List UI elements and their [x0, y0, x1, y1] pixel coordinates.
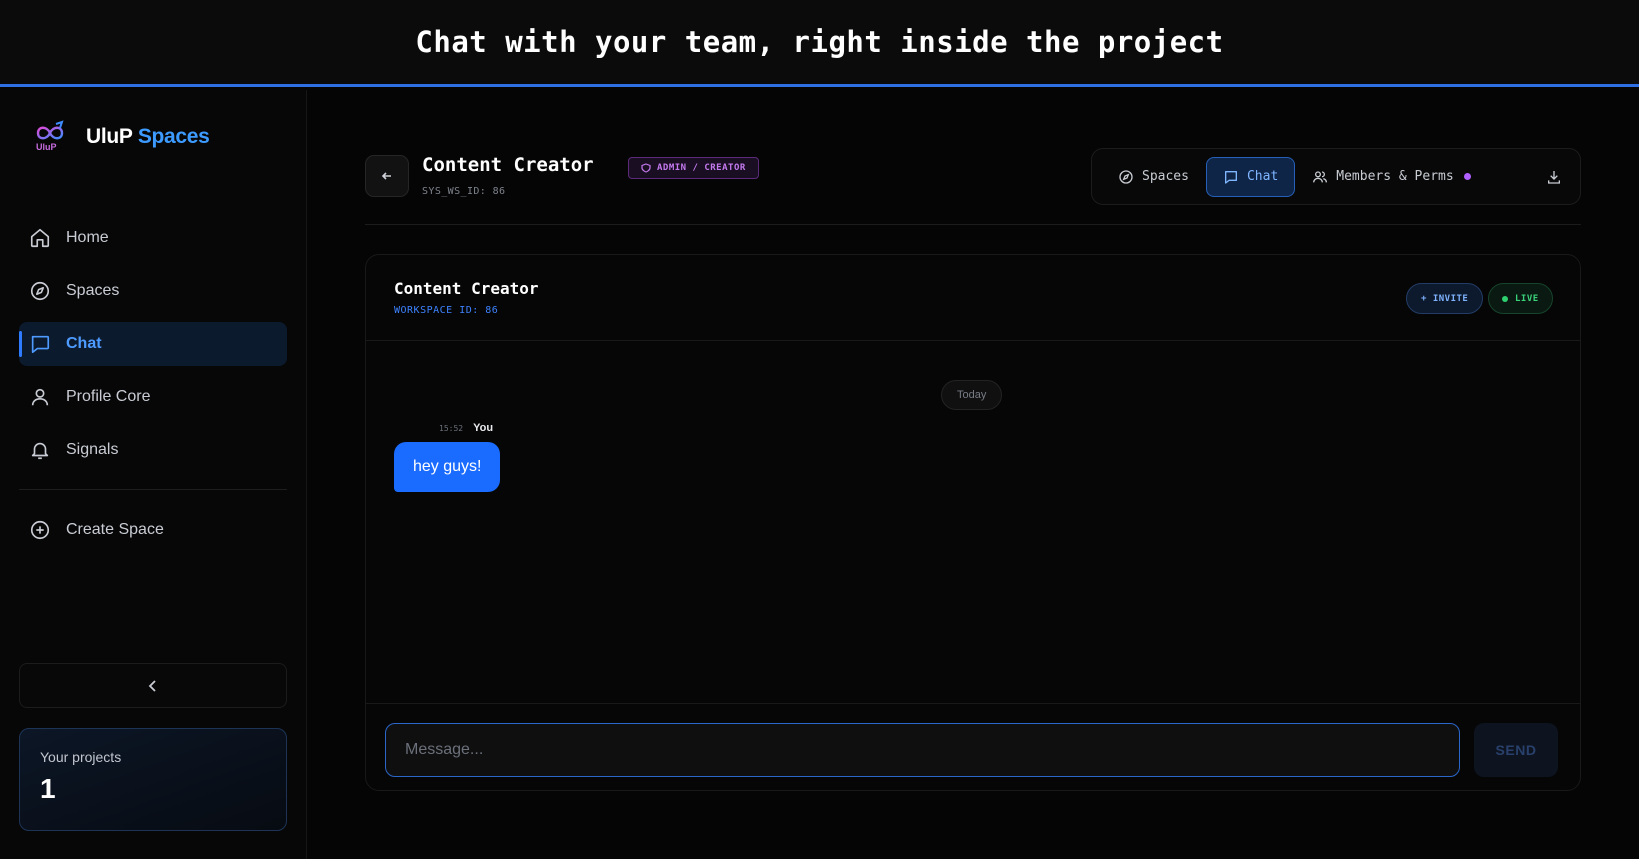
- workspace-toolbar: Spaces Chat Members & Perms: [1091, 148, 1581, 205]
- sidebar-item-label: Spaces: [66, 282, 120, 299]
- tab-members-perms[interactable]: Members & Perms: [1295, 157, 1487, 197]
- header-divider: [365, 224, 1581, 225]
- sidebar-collapse-button[interactable]: [19, 663, 287, 708]
- sidebar-item-profile-core[interactable]: Profile Core: [19, 375, 287, 419]
- tab-members-perms-label: Members & Perms: [1336, 169, 1454, 184]
- workspace-title: Content Creator: [422, 154, 594, 176]
- sidebar-item-home[interactable]: Home: [19, 216, 287, 260]
- top-banner: Chat with your team, right inside the pr…: [0, 0, 1639, 87]
- compass-icon: [1119, 169, 1133, 184]
- date-divider: Today: [941, 380, 1003, 410]
- brand-logo-icon: UluP: [36, 120, 64, 152]
- sidebar-item-signals[interactable]: Signals: [19, 428, 287, 472]
- sidebar-nav: Home Spaces Chat Profile Core Signals Cr…: [19, 216, 287, 561]
- chat-title: Content Creator: [394, 279, 539, 298]
- create-space-button[interactable]: Create Space: [19, 508, 287, 552]
- sidebar-divider: [19, 489, 287, 490]
- sidebar: UluP UluP Spaces Home Spaces Chat Profil…: [0, 90, 307, 859]
- sidebar-item-label: Signals: [66, 441, 119, 458]
- chat-bubble-icon: [31, 335, 50, 354]
- tab-chat[interactable]: Chat: [1205, 156, 1296, 197]
- role-badge-label: ADMIN / CREATOR: [657, 163, 746, 173]
- tab-chat-label: Chat: [1246, 169, 1279, 184]
- role-badge: ADMIN / CREATOR: [628, 157, 759, 179]
- chat-header: Content Creator WORKSPACE ID: 86 + INVIT…: [366, 255, 1580, 341]
- projects-count: 1: [40, 773, 56, 804]
- workspace-id: WORKSPACE ID: 86: [394, 305, 499, 316]
- live-badge: LIVE: [1488, 283, 1553, 314]
- sidebar-item-label: Home: [66, 229, 109, 246]
- projects-label: Your projects: [40, 749, 122, 765]
- create-space-label: Create Space: [66, 521, 164, 538]
- shield-icon: [641, 163, 651, 173]
- main-content: Content Creator ADMIN / CREATOR SYS_WS_I…: [307, 90, 1639, 859]
- send-button[interactable]: SEND: [1474, 723, 1558, 777]
- bell-icon: [31, 442, 49, 460]
- tab-spaces-label: Spaces: [1142, 169, 1189, 184]
- svg-text:UluP: UluP: [36, 142, 57, 152]
- sidebar-item-label: Chat: [66, 335, 102, 352]
- home-icon: [30, 228, 50, 248]
- back-button[interactable]: [365, 155, 409, 197]
- users-icon: [1313, 170, 1328, 182]
- projects-card: Your projects 1: [19, 728, 287, 831]
- chat-panel: Content Creator WORKSPACE ID: 86 + INVIT…: [365, 254, 1581, 791]
- download-button[interactable]: [1537, 157, 1571, 197]
- message-time: 15:52: [439, 424, 464, 433]
- download-icon: [1548, 170, 1560, 184]
- sidebar-item-chat[interactable]: Chat: [19, 322, 287, 366]
- brand-name-primary: UluP: [86, 125, 133, 148]
- compass-icon: [30, 281, 50, 301]
- sidebar-item-spaces[interactable]: Spaces: [19, 269, 287, 313]
- plus-circle-icon: [30, 520, 50, 540]
- tab-spaces[interactable]: Spaces: [1101, 157, 1206, 197]
- chevron-left-icon: [148, 679, 156, 692]
- sys-ws-id: SYS_WS_ID: 86: [422, 186, 506, 197]
- message-composer: SEND: [366, 703, 1580, 790]
- sidebar-item-label: Profile Core: [66, 388, 151, 405]
- brand-name: UluP Spaces: [86, 125, 210, 149]
- message-input[interactable]: [385, 723, 1460, 777]
- arrow-left-icon: [381, 172, 391, 180]
- banner-title: Chat with your team, right inside the pr…: [415, 25, 1224, 59]
- message-author: You: [473, 422, 494, 434]
- user-icon: [31, 388, 49, 406]
- invite-button[interactable]: + INVITE: [1406, 283, 1484, 314]
- brand-name-accent: Spaces: [137, 125, 210, 148]
- live-dot-icon: [1502, 295, 1508, 302]
- chat-bubble-icon: [1224, 170, 1237, 184]
- message-bubble[interactable]: hey guys!: [394, 442, 501, 492]
- brand[interactable]: UluP UluP Spaces: [34, 120, 210, 154]
- notification-dot: [1463, 173, 1471, 180]
- live-badge-label: LIVE: [1515, 293, 1539, 304]
- message-meta: 15:52 You: [439, 422, 493, 434]
